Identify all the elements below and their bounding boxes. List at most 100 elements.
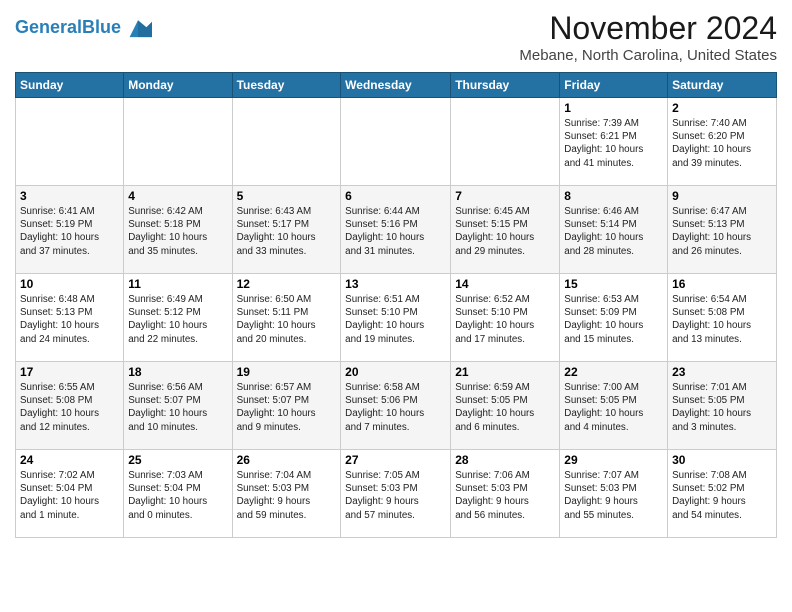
day-cell: 2Sunrise: 7:40 AM Sunset: 6:20 PM Daylig… (668, 98, 777, 186)
day-info: Sunrise: 6:59 AM Sunset: 5:05 PM Dayligh… (455, 381, 555, 434)
day-info: Sunrise: 6:48 AM Sunset: 5:13 PM Dayligh… (20, 293, 119, 346)
day-info: Sunrise: 6:52 AM Sunset: 5:10 PM Dayligh… (455, 293, 555, 346)
day-number: 15 (564, 277, 663, 291)
logo-text: GeneralBlue (15, 18, 121, 38)
day-cell: 17 Sunrise: 6:55 AM Sunset: 5:08 PM Dayli… (16, 362, 124, 450)
day-cell: 25 Sunrise: 7:03 AM Sunset: 5:04 PM Dayli… (124, 450, 232, 538)
day-number: 13 (345, 277, 446, 291)
day-number: 8 (564, 189, 663, 203)
day-info: Sunrise: 7:05 AM Sunset: 5:03 PM Dayligh… (345, 469, 446, 522)
day-number: 17 (20, 365, 119, 379)
col-friday: Friday (560, 73, 668, 98)
day-cell: 24Sunrise: 7:02 AM Sunset: 5:04 PM Dayli… (16, 450, 124, 538)
day-info: Sunrise: 6:56 AM Sunset: 5:07 PM Dayligh… (128, 381, 227, 434)
day-cell (341, 98, 451, 186)
col-thursday: Thursday (451, 73, 560, 98)
calendar-body: 1 Sunrise: 7:39 AM Sunset: 6:21 PM Daylig… (16, 98, 777, 538)
day-number: 19 (237, 365, 337, 379)
week-row-4: 24Sunrise: 7:02 AM Sunset: 5:04 PM Dayli… (16, 450, 777, 538)
day-cell: 16Sunrise: 6:54 AM Sunset: 5:08 PM Dayli… (668, 274, 777, 362)
day-info: Sunrise: 7:08 AM Sunset: 5:02 PM Dayligh… (672, 469, 772, 522)
day-cell: 7Sunrise: 6:45 AM Sunset: 5:15 PM Daylig… (451, 186, 560, 274)
day-number: 10 (20, 277, 119, 291)
week-row-0: 1 Sunrise: 7:39 AM Sunset: 6:21 PM Daylig… (16, 98, 777, 186)
day-info: Sunrise: 6:41 AM Sunset: 5:19 PM Dayligh… (20, 205, 119, 258)
logo-line2: Blue (82, 17, 121, 37)
day-cell (451, 98, 560, 186)
day-number: 7 (455, 189, 555, 203)
col-monday: Monday (124, 73, 232, 98)
day-cell: 14 Sunrise: 6:52 AM Sunset: 5:10 PM Dayli… (451, 274, 560, 362)
day-number: 6 (345, 189, 446, 203)
day-info: Sunrise: 7:00 AM Sunset: 5:05 PM Dayligh… (564, 381, 663, 434)
calendar: Sunday Monday Tuesday Wednesday Thursday… (15, 72, 777, 538)
day-cell: 6 Sunrise: 6:44 AM Sunset: 5:16 PM Daylig… (341, 186, 451, 274)
day-cell: 23 Sunrise: 7:01 AM Sunset: 5:05 PM Dayli… (668, 362, 777, 450)
day-info: Sunrise: 7:01 AM Sunset: 5:05 PM Dayligh… (672, 381, 772, 434)
day-cell: 30Sunrise: 7:08 AM Sunset: 5:02 PM Dayli… (668, 450, 777, 538)
day-number: 28 (455, 453, 555, 467)
day-cell: 21 Sunrise: 6:59 AM Sunset: 5:05 PM Dayli… (451, 362, 560, 450)
day-info: Sunrise: 6:49 AM Sunset: 5:12 PM Dayligh… (128, 293, 227, 346)
day-number: 29 (564, 453, 663, 467)
header-row: Sunday Monday Tuesday Wednesday Thursday… (16, 73, 777, 98)
day-number: 16 (672, 277, 772, 291)
day-cell: 19Sunrise: 6:57 AM Sunset: 5:07 PM Dayli… (232, 362, 341, 450)
day-info: Sunrise: 7:04 AM Sunset: 5:03 PM Dayligh… (237, 469, 337, 522)
day-number: 5 (237, 189, 337, 203)
day-cell: 28 Sunrise: 7:06 AM Sunset: 5:03 PM Dayli… (451, 450, 560, 538)
day-cell: 5 Sunrise: 6:43 AM Sunset: 5:17 PM Daylig… (232, 186, 341, 274)
day-number: 26 (237, 453, 337, 467)
day-info: Sunrise: 6:50 AM Sunset: 5:11 PM Dayligh… (237, 293, 337, 346)
location: Mebane, North Carolina, United States (519, 47, 777, 64)
col-saturday: Saturday (668, 73, 777, 98)
day-number: 22 (564, 365, 663, 379)
week-row-2: 10 Sunrise: 6:48 AM Sunset: 5:13 PM Dayli… (16, 274, 777, 362)
day-info: Sunrise: 6:46 AM Sunset: 5:14 PM Dayligh… (564, 205, 663, 258)
day-info: Sunrise: 6:47 AM Sunset: 5:13 PM Dayligh… (672, 205, 772, 258)
day-cell: 18 Sunrise: 6:56 AM Sunset: 5:07 PM Dayli… (124, 362, 232, 450)
day-cell: 20 Sunrise: 6:58 AM Sunset: 5:06 PM Dayli… (341, 362, 451, 450)
day-number: 3 (20, 189, 119, 203)
day-cell: 10 Sunrise: 6:48 AM Sunset: 5:13 PM Dayli… (16, 274, 124, 362)
col-wednesday: Wednesday (341, 73, 451, 98)
day-info: Sunrise: 6:53 AM Sunset: 5:09 PM Dayligh… (564, 293, 663, 346)
day-number: 23 (672, 365, 772, 379)
month-title: November 2024 (519, 10, 777, 47)
day-cell: 4 Sunrise: 6:42 AM Sunset: 5:18 PM Daylig… (124, 186, 232, 274)
day-number: 20 (345, 365, 446, 379)
day-cell (232, 98, 341, 186)
day-cell: 29 Sunrise: 7:07 AM Sunset: 5:03 PM Dayli… (560, 450, 668, 538)
day-number: 14 (455, 277, 555, 291)
day-number: 24 (20, 453, 119, 467)
day-info: Sunrise: 6:55 AM Sunset: 5:08 PM Dayligh… (20, 381, 119, 434)
day-info: Sunrise: 6:42 AM Sunset: 5:18 PM Dayligh… (128, 205, 227, 258)
day-cell: 3 Sunrise: 6:41 AM Sunset: 5:19 PM Daylig… (16, 186, 124, 274)
day-info: Sunrise: 6:51 AM Sunset: 5:10 PM Dayligh… (345, 293, 446, 346)
col-sunday: Sunday (16, 73, 124, 98)
day-cell: 1 Sunrise: 7:39 AM Sunset: 6:21 PM Daylig… (560, 98, 668, 186)
day-info: Sunrise: 6:43 AM Sunset: 5:17 PM Dayligh… (237, 205, 337, 258)
day-number: 11 (128, 277, 227, 291)
day-info: Sunrise: 6:44 AM Sunset: 5:16 PM Dayligh… (345, 205, 446, 258)
day-cell (124, 98, 232, 186)
day-info: Sunrise: 7:07 AM Sunset: 5:03 PM Dayligh… (564, 469, 663, 522)
day-number: 4 (128, 189, 227, 203)
day-number: 25 (128, 453, 227, 467)
day-cell: 22 Sunrise: 7:00 AM Sunset: 5:05 PM Dayli… (560, 362, 668, 450)
day-number: 9 (672, 189, 772, 203)
day-info: Sunrise: 7:06 AM Sunset: 5:03 PM Dayligh… (455, 469, 555, 522)
day-cell (16, 98, 124, 186)
day-number: 1 (564, 101, 663, 115)
day-number: 12 (237, 277, 337, 291)
title-section: November 2024 Mebane, North Carolina, Un… (519, 10, 777, 64)
day-info: Sunrise: 6:58 AM Sunset: 5:06 PM Dayligh… (345, 381, 446, 434)
day-info: Sunrise: 7:03 AM Sunset: 5:04 PM Dayligh… (128, 469, 227, 522)
day-cell: 11 Sunrise: 6:49 AM Sunset: 5:12 PM Dayli… (124, 274, 232, 362)
day-number: 18 (128, 365, 227, 379)
day-cell: 8 Sunrise: 6:46 AM Sunset: 5:14 PM Daylig… (560, 186, 668, 274)
day-info: Sunrise: 7:39 AM Sunset: 6:21 PM Dayligh… (564, 117, 663, 170)
logo: GeneralBlue (15, 14, 152, 42)
day-cell: 9 Sunrise: 6:47 AM Sunset: 5:13 PM Daylig… (668, 186, 777, 274)
day-number: 21 (455, 365, 555, 379)
